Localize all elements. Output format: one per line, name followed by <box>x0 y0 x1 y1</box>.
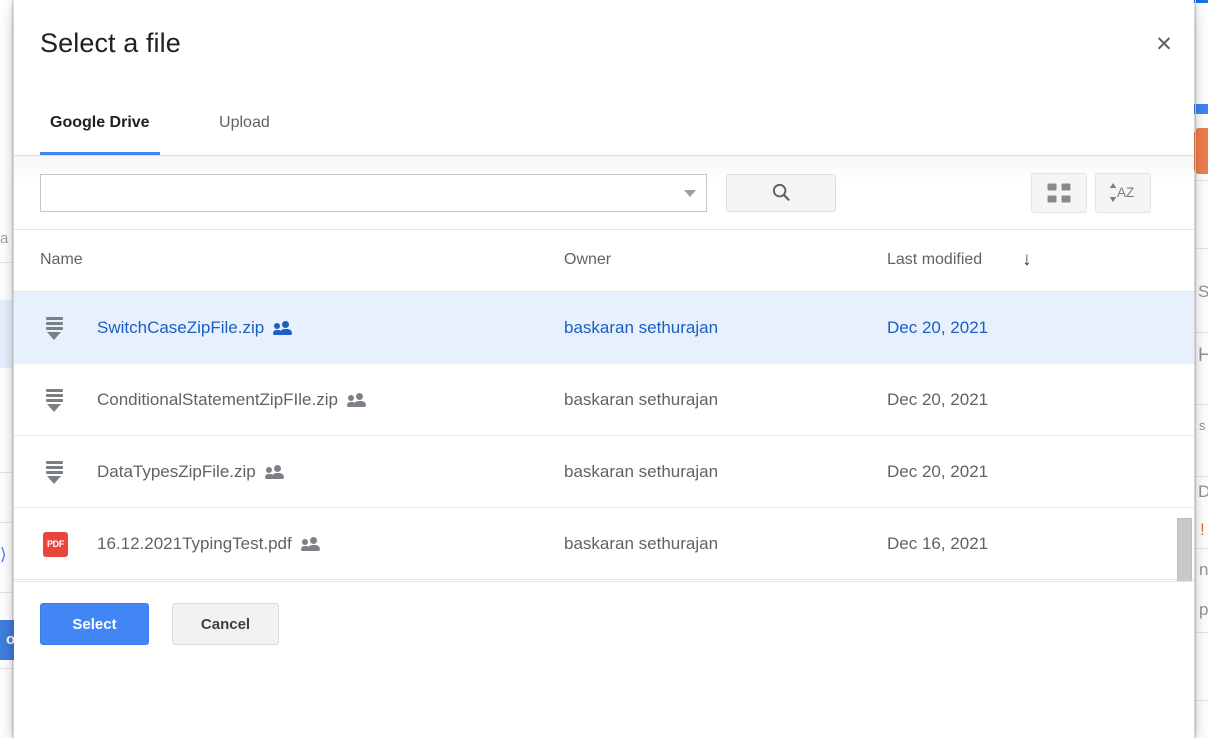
background-divider <box>0 262 12 263</box>
people-shared-icon <box>346 392 366 407</box>
file-owner-cell: baskaran sethurajan <box>564 461 719 481</box>
background-text-fragment: n <box>1199 560 1208 579</box>
svg-text:AZ: AZ <box>1117 185 1134 200</box>
background-divider <box>0 592 12 593</box>
sort-alpha-button[interactable]: AZ <box>1095 173 1151 213</box>
background-divider <box>1196 548 1208 549</box>
page-title: Select a file <box>40 28 181 58</box>
pdf-file-icon: PDF <box>40 529 70 559</box>
background-text-fragment: ! <box>1200 520 1205 539</box>
tab-upload[interactable]: Upload <box>209 94 280 156</box>
table-row[interactable]: PDF 16.12.2021TypingTest.pdf baskaran se… <box>14 508 1194 580</box>
file-name-cell: DataTypesZipFile.zip <box>97 462 284 482</box>
sort-alpha-icon: AZ <box>1109 182 1134 202</box>
file-owner-cell: baskaran sethurajan <box>564 533 719 553</box>
file-owner-cell: baskaran sethurajan <box>564 389 719 409</box>
dialog-toolbar: AZ <box>14 156 1194 230</box>
background-divider <box>1196 180 1208 181</box>
table-header-row: Name Owner Last modified ↓ <box>14 230 1194 292</box>
people-shared-icon <box>273 320 293 335</box>
file-name-label: DataTypesZipFile.zip <box>97 461 256 481</box>
background-divider <box>1196 700 1208 701</box>
tab-google-drive[interactable]: Google Drive <box>40 94 160 156</box>
grid-view-button[interactable] <box>1030 173 1087 213</box>
file-list-scrollbar[interactable] <box>1177 518 1192 581</box>
background-divider <box>1196 332 1208 333</box>
search-icon <box>772 183 790 201</box>
chevron-down-icon[interactable] <box>684 190 696 197</box>
search-field-wrapper <box>40 174 707 212</box>
file-name-cell: 16.12.2021TypingTest.pdf <box>97 534 320 554</box>
dialog-tabs: Google Drive Upload <box>14 94 1194 156</box>
column-header-owner[interactable]: Owner <box>564 251 611 269</box>
background-chevron-icon: ⟩ <box>0 545 7 564</box>
file-owner-cell: baskaran sethurajan <box>564 317 719 337</box>
grid-view-icon <box>1047 183 1071 203</box>
select-button[interactable]: Select <box>40 603 149 645</box>
background-divider <box>0 522 12 523</box>
background-text-fragment: S <box>1198 282 1208 301</box>
file-name-label: SwitchCaseZipFile.zip <box>97 317 265 337</box>
search-input[interactable] <box>41 175 671 211</box>
background-divider <box>0 472 12 473</box>
background-divider <box>1196 248 1208 249</box>
background-divider <box>1196 476 1208 477</box>
background-text-fragment: a <box>0 230 9 247</box>
file-name-cell: SwitchCaseZipFile.zip <box>97 317 293 338</box>
background-divider <box>1196 632 1208 633</box>
cancel-button[interactable]: Cancel <box>172 603 279 645</box>
background-highlight-block <box>0 300 12 368</box>
people-shared-icon <box>264 464 284 479</box>
background-vertical-divider <box>1195 0 1196 738</box>
zip-file-icon <box>40 313 70 343</box>
file-list: SwitchCaseZipFile.zip baskaran sethuraja… <box>14 292 1194 582</box>
zip-file-icon <box>40 457 70 487</box>
dialog-footer: Select Cancel <box>14 582 1194 682</box>
view-options-group: AZ <box>1027 173 1151 213</box>
close-icon[interactable]: ✕ <box>1148 29 1180 61</box>
file-modified-cell: Dec 16, 2021 <box>887 533 989 553</box>
pdf-file-icon-label: PDF <box>43 531 68 557</box>
file-modified-cell: Dec 20, 2021 <box>887 461 989 481</box>
select-a-file-dialog: Select a file ✕ Google Drive Upload AZ N… <box>14 0 1194 738</box>
sort-descending-icon[interactable]: ↓ <box>1022 249 1032 271</box>
background-text-fragment: H <box>1198 345 1208 366</box>
table-row[interactable]: DataTypesZipFile.zip baskaran sethurajan… <box>14 436 1194 508</box>
table-row[interactable]: SwitchCaseZipFile.zip baskaran sethuraja… <box>14 292 1194 364</box>
column-header-name[interactable]: Name <box>40 251 83 269</box>
file-name-cell: ConditionalStatementZipFIle.zip <box>97 390 366 410</box>
background-text-fragment: s <box>1199 418 1206 433</box>
background-text-fragment: p <box>1199 600 1208 619</box>
file-modified-cell: Dec 20, 2021 <box>887 317 989 337</box>
file-name-label: 16.12.2021TypingTest.pdf <box>97 533 292 553</box>
background-divider <box>1196 404 1208 405</box>
dialog-header: Select a file ✕ <box>14 0 1194 94</box>
people-shared-icon <box>300 536 320 551</box>
background-divider <box>0 668 12 669</box>
zip-file-icon <box>40 385 70 415</box>
table-row[interactable]: ConditionalStatementZipFIle.zip baskaran… <box>14 364 1194 436</box>
column-header-last-modified[interactable]: Last modified <box>887 251 982 269</box>
file-modified-cell: Dec 20, 2021 <box>887 389 989 409</box>
file-name-label: ConditionalStatementZipFIle.zip <box>97 389 338 409</box>
background-text-fragment: D <box>1198 482 1208 501</box>
search-button[interactable] <box>726 174 836 212</box>
